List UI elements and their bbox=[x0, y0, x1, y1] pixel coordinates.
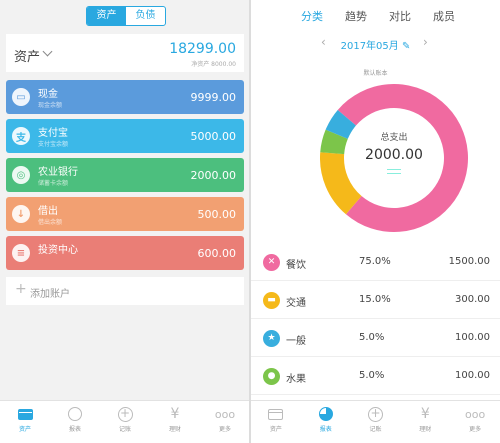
general-icon: ★ bbox=[263, 330, 280, 347]
category-row[interactable]: ✕ 餐饮 75.0% 1500.00 bbox=[251, 245, 500, 281]
more-icon: ooo bbox=[464, 407, 486, 421]
tab-record[interactable]: + 记账 bbox=[351, 401, 401, 443]
fruit-icon: ● bbox=[263, 368, 280, 385]
more-icon: ooo bbox=[214, 407, 236, 421]
invest-icon: ≡ bbox=[12, 244, 30, 262]
month-selector: ‹ 2017年05月 ✎ › bbox=[251, 35, 500, 52]
account-balance: 5000.00 bbox=[190, 130, 237, 143]
assets-liabilities-toggle[interactable]: 资产 负债 bbox=[86, 6, 166, 26]
summary-amount: 18299.00 bbox=[169, 41, 236, 57]
category-name: 水果 bbox=[286, 374, 306, 385]
tab-reports[interactable]: 报表 bbox=[50, 401, 100, 443]
account-card[interactable]: 支支付宝支付宝余额 5000.00 bbox=[6, 119, 244, 153]
tab-finance[interactable]: ¥ 理财 bbox=[150, 401, 200, 443]
category-percent: 5.0% bbox=[359, 370, 385, 381]
bottom-tab-bar-right: 资产 报表 + 记账 ¥ 理财 ooo 更多 bbox=[251, 400, 500, 443]
account-desc: 现金余额 bbox=[38, 102, 63, 109]
wallet-icon bbox=[268, 408, 284, 420]
add-account-button[interactable]: + 添加账户 bbox=[6, 277, 244, 305]
total-expense-value: 2000.00 bbox=[365, 147, 423, 163]
dining-icon: ✕ bbox=[263, 254, 280, 271]
category-amount: 300.00 bbox=[455, 294, 490, 305]
account-name: 投资中心 bbox=[38, 245, 78, 256]
account-desc: 支付宝余额 bbox=[38, 141, 69, 148]
account-name: 现金 bbox=[38, 89, 58, 100]
tab-finance[interactable]: ¥ 理财 bbox=[400, 401, 450, 443]
account-card[interactable]: ≡ 投资中心 600.00 bbox=[6, 236, 244, 270]
account-card[interactable]: ↓ 借出借出余额 500.00 bbox=[6, 197, 244, 231]
yen-icon: ¥ bbox=[420, 406, 430, 422]
tab-category[interactable]: 分类 bbox=[301, 8, 323, 24]
summary-title: 资产 bbox=[14, 50, 41, 65]
category-name: 餐饮 bbox=[286, 260, 306, 271]
ledger-name: 默认账本 bbox=[363, 70, 388, 77]
donut-center: 总支出 2000.00 bbox=[320, 84, 468, 232]
account-balance: 600.00 bbox=[197, 247, 237, 260]
category-amount: 100.00 bbox=[455, 370, 490, 381]
account-name: 支付宝 bbox=[38, 128, 68, 139]
segment-assets[interactable]: 资产 bbox=[87, 7, 126, 25]
switch-icon[interactable] bbox=[387, 169, 401, 174]
plus-icon: + bbox=[15, 281, 27, 297]
pie-chart-icon bbox=[318, 407, 333, 421]
account-balance: 2000.00 bbox=[190, 169, 237, 182]
loan-icon: ↓ bbox=[12, 205, 30, 223]
wallet-icon bbox=[17, 408, 33, 420]
prev-month-icon[interactable]: ‹ bbox=[321, 35, 326, 49]
assets-summary[interactable]: 资产 18299.00 净资产 8000.00 bbox=[6, 34, 244, 72]
category-row[interactable]: ▬ 交通 15.0% 300.00 bbox=[251, 283, 500, 319]
category-percent: 15.0% bbox=[359, 294, 391, 305]
alipay-icon: 支 bbox=[12, 127, 30, 145]
category-name: 交通 bbox=[286, 298, 306, 309]
bank-icon: ◎ bbox=[12, 166, 30, 184]
tab-compare[interactable]: 对比 bbox=[389, 8, 411, 24]
tab-more[interactable]: ooo 更多 bbox=[200, 401, 250, 443]
cash-icon: ▭ bbox=[12, 88, 30, 106]
tab-reports[interactable]: 报表 bbox=[301, 401, 351, 443]
account-card[interactable]: ▭ 现金现金余额 9999.00 bbox=[6, 80, 244, 114]
next-month-icon[interactable]: › bbox=[423, 35, 428, 49]
add-circle-icon: + bbox=[117, 406, 133, 422]
assets-screen: 资产 负债 资产 18299.00 净资产 8000.00 ▭ 现金现金余额 999… bbox=[0, 0, 250, 443]
tab-assets[interactable]: 资产 bbox=[0, 401, 50, 443]
account-card[interactable]: ◎ 农业银行储蓄卡余额 2000.00 bbox=[6, 158, 244, 192]
account-name: 农业银行 bbox=[38, 167, 78, 178]
category-percent: 75.0% bbox=[359, 256, 391, 267]
total-expense-label: 总支出 bbox=[380, 133, 408, 143]
category-amount: 100.00 bbox=[455, 332, 490, 343]
category-amount: 1500.00 bbox=[448, 256, 490, 267]
account-desc: 储蓄卡余额 bbox=[38, 180, 69, 187]
tab-assets[interactable]: 资产 bbox=[251, 401, 301, 443]
tab-members[interactable]: 成员 bbox=[433, 8, 455, 24]
tab-trend[interactable]: 趋势 bbox=[345, 8, 367, 24]
category-percent: 5.0% bbox=[359, 332, 385, 343]
transit-icon: ▬ bbox=[263, 292, 280, 309]
account-balance: 500.00 bbox=[197, 208, 237, 221]
bottom-tab-bar: 资产 报表 + 记账 ¥ 理财 ooo 更多 bbox=[0, 400, 250, 443]
report-tabs: 分类 趋势 对比 成员 bbox=[251, 8, 500, 28]
segment-liabilities[interactable]: 负债 bbox=[126, 7, 165, 25]
pie-chart-icon bbox=[68, 407, 82, 421]
account-desc: 借出余额 bbox=[38, 219, 63, 226]
reports-screen: 分类 趋势 对比 成员 ‹ 2017年05月 ✎ › 默认账本 总支出 2000… bbox=[251, 0, 500, 443]
category-row[interactable]: ★ 一般 5.0% 100.00 bbox=[251, 321, 500, 357]
month-label[interactable]: 2017年05月 bbox=[341, 41, 399, 52]
tab-more[interactable]: ooo 更多 bbox=[450, 401, 500, 443]
net-assets-text: 净资产 8000.00 bbox=[191, 61, 236, 68]
add-account-label: 添加账户 bbox=[30, 289, 70, 300]
account-name: 借出 bbox=[38, 206, 58, 217]
chevron-down-icon[interactable] bbox=[42, 46, 53, 57]
yen-icon: ¥ bbox=[170, 406, 180, 422]
category-row[interactable]: ● 水果 5.0% 100.00 bbox=[251, 359, 500, 395]
edit-icon[interactable]: ✎ bbox=[402, 41, 410, 52]
category-name: 一般 bbox=[286, 336, 306, 347]
tab-record[interactable]: + 记账 bbox=[100, 401, 150, 443]
account-balance: 9999.00 bbox=[190, 91, 237, 104]
add-circle-icon: + bbox=[367, 406, 383, 422]
